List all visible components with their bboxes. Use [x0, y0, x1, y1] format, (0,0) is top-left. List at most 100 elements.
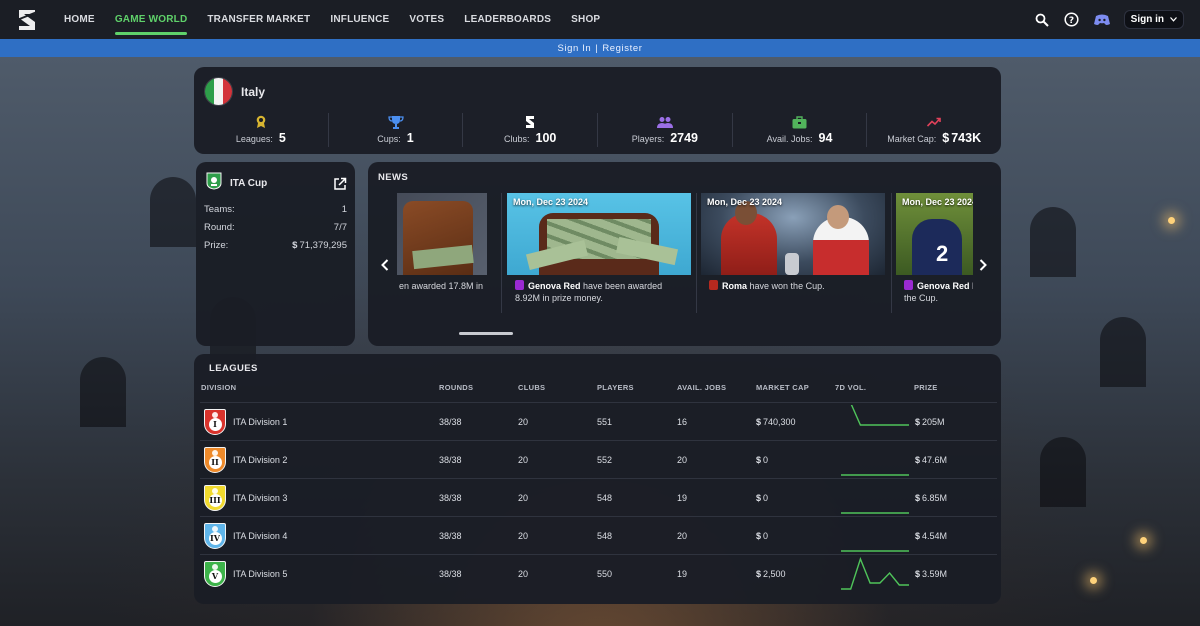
col-division[interactable]: DIVISION: [201, 383, 236, 392]
signin-banner: Sign In | Register: [0, 39, 1200, 57]
stat-clubs-label: Clubs:: [503, 134, 530, 144]
league-players: 548: [597, 531, 613, 541]
league-row[interactable]: V ITA Division 5 38/38 20 550 19 $2,500 …: [200, 554, 997, 592]
league-name[interactable]: ITA Division 1: [233, 403, 287, 441]
league-7d-volume-sparkline: [850, 405, 909, 426]
stat-leagues-value: 5: [278, 131, 286, 145]
country-name: Italy: [241, 84, 266, 99]
league-market-cap-value: 0: [763, 493, 769, 503]
league-market-cap-value: 0: [763, 531, 769, 541]
league-row[interactable]: II ITA Division 2 38/38 20 552 20 $0 $47…: [200, 440, 997, 478]
league-prize: $205M: [915, 403, 945, 441]
bg-lamp: [1090, 577, 1097, 584]
league-players: 550: [597, 569, 613, 579]
banner-signin-link[interactable]: Sign In: [557, 43, 591, 54]
league-players: 552: [597, 455, 613, 465]
league-rounds: 38/38: [439, 417, 462, 427]
league-market-cap-value: 2,500: [763, 569, 786, 579]
leagues-card: LEAGUES DIVISION ROUNDS CLUBS PLAYERS AV…: [194, 354, 1001, 604]
league-name[interactable]: ITA Division 4: [233, 517, 287, 555]
league-market-cap: $0: [756, 479, 768, 517]
league-prize-value: 205M: [922, 417, 945, 427]
league-name[interactable]: ITA Division 2: [233, 441, 287, 479]
league-badge-icon: IV: [204, 523, 226, 549]
news-text-body-2: 8.92M in prize money.: [515, 293, 603, 303]
leagues-title: LEAGUES: [209, 363, 258, 374]
league-prize-value: 3.59M: [922, 569, 948, 579]
stat-leagues: Leagues: 5: [194, 113, 329, 147]
bg-arch: [80, 357, 126, 427]
news-item[interactable]: en awarded 17.8M in: [397, 193, 487, 313]
league-row[interactable]: I ITA Division 1 38/38 20 551 16 $740,30…: [200, 402, 997, 440]
bg-lamp: [1140, 537, 1147, 544]
news-item[interactable]: Mon, Dec 23 2024 Roma have won the Cup.: [701, 193, 885, 313]
nav-game-world[interactable]: GAME WORLD: [114, 0, 188, 39]
discord-icon[interactable]: [1093, 12, 1110, 28]
col-market-cap[interactable]: MARKET CAP: [756, 383, 809, 392]
league-prize: $4.54M: [915, 517, 947, 555]
news-text-body: en awarded 17.8M in: [399, 281, 484, 291]
league-name[interactable]: ITA Division 3: [233, 479, 287, 517]
league-clubs: 20: [518, 531, 529, 541]
col-7d-vol[interactable]: 7D VOL.: [835, 383, 866, 392]
league-players: 551: [597, 417, 613, 427]
carousel-next-arrow-icon[interactable]: [976, 256, 990, 274]
cup-round-label: Round:: [204, 221, 235, 233]
news-item[interactable]: Mon, Dec 23 2024 Genova Red have been aw…: [507, 193, 691, 313]
nav-home[interactable]: HOME: [64, 0, 95, 39]
league-rounds: 38/38: [439, 455, 462, 465]
col-clubs[interactable]: CLUBS: [518, 383, 545, 392]
search-icon[interactable]: [1034, 12, 1050, 28]
league-row[interactable]: IV ITA Division 4 38/38 20 548 20 $0 $4.…: [200, 516, 997, 554]
league-jobs: 19: [677, 493, 688, 503]
banner-register-link[interactable]: Register: [602, 43, 642, 54]
nav-transfer-market[interactable]: TRANSFER MARKET: [207, 0, 310, 39]
nav-leaderboards[interactable]: LEADERBOARDS: [464, 0, 551, 39]
signin-button[interactable]: Sign in: [1123, 10, 1184, 29]
col-players[interactable]: PLAYERS: [597, 383, 634, 392]
currency-icon: $: [756, 493, 762, 503]
cup-teams-value: 1: [341, 203, 347, 215]
news-carousel: en awarded 17.8M in Mon, Dec 23 2024 Gen…: [397, 193, 973, 313]
league-prize-value: 4.54M: [922, 531, 948, 541]
league-badge-cell: III: [204, 479, 226, 517]
league-clubs: 20: [518, 455, 529, 465]
nav-influence[interactable]: INFLUENCE: [330, 0, 389, 39]
site-logo-icon[interactable]: [14, 6, 40, 34]
league-badge-icon: I: [204, 409, 226, 435]
league-badge-cell: IV: [204, 517, 226, 555]
stat-players: Players: 2749: [598, 113, 733, 147]
league-market-cap-value: 740,300: [763, 417, 796, 427]
carousel-scrollbar[interactable]: [459, 332, 513, 335]
nav-shop[interactable]: SHOP: [571, 0, 600, 39]
news-text-body: have been awarded: [583, 281, 663, 291]
news-club-name: Genova Red: [917, 281, 970, 291]
banner-separator: |: [595, 42, 599, 54]
league-clubs: 20: [518, 417, 529, 427]
news-item[interactable]: 2 Mon, Dec 23 2024 Genova Red h the Cup.: [896, 193, 973, 313]
news-text-body: have won the Cup.: [749, 281, 825, 291]
nav-votes[interactable]: VOTES: [409, 0, 444, 39]
italy-flag-icon: [204, 77, 233, 106]
carousel-prev-arrow-icon[interactable]: [378, 256, 392, 274]
news-image-cash-bag: [397, 193, 487, 275]
league-row[interactable]: III ITA Division 3 38/38 20 548 19 $0 $6…: [200, 478, 997, 516]
cup-row-prize: Prize: $71,379,295: [204, 236, 347, 254]
news-club-name: Genova Red: [528, 281, 581, 291]
currency-icon: $: [756, 455, 762, 465]
currency-icon: $: [915, 493, 921, 503]
external-link-icon[interactable]: [333, 177, 347, 191]
stat-cups: Cups: 1: [329, 113, 464, 147]
col-rounds[interactable]: ROUNDS: [439, 383, 473, 392]
col-avail-jobs[interactable]: AVAIL. JOBS: [677, 383, 726, 392]
cup-round-value: 7/7: [333, 221, 347, 233]
stat-market-cap-value: 743K: [951, 131, 982, 145]
col-prize[interactable]: PRIZE: [914, 383, 938, 392]
news-divider: [696, 193, 697, 313]
league-jobs: 20: [677, 455, 688, 465]
stat-market-cap-label: Market Cap:: [887, 134, 937, 144]
help-icon[interactable]: ?: [1064, 12, 1080, 28]
league-players: 548: [597, 493, 613, 503]
bg-arch: [1040, 437, 1086, 507]
league-name[interactable]: ITA Division 5: [233, 555, 287, 593]
